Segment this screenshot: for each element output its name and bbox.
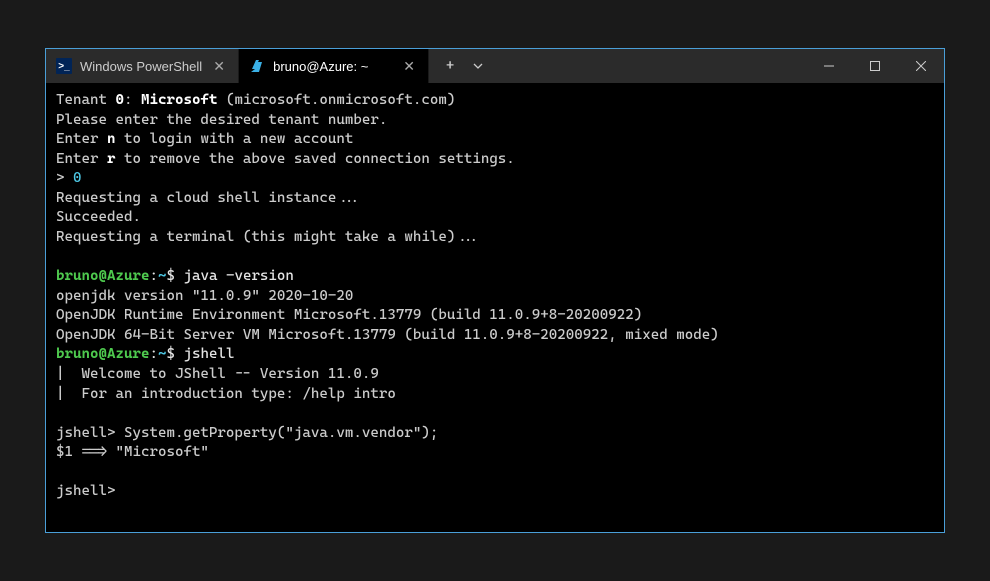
minimize-button[interactable] bbox=[806, 49, 852, 83]
terminal-line: Please enter the desired tenant number. bbox=[56, 111, 934, 131]
terminal-line: Enter r to remove the above saved connec… bbox=[56, 150, 934, 170]
tab-azure[interactable]: bruno@Azure: ~ ✕ bbox=[239, 49, 429, 83]
maximize-button[interactable] bbox=[852, 49, 898, 83]
new-tab-button[interactable]: + bbox=[437, 53, 463, 79]
terminal-line: Requesting a cloud shell instance... bbox=[56, 189, 934, 209]
tabs-container: >_ Windows PowerShell ✕ bruno@Azure: ~ ✕… bbox=[46, 49, 806, 83]
prompt-line: bruno@Azure:~$ java -version bbox=[56, 267, 934, 287]
blank-line bbox=[56, 404, 934, 424]
jshell-line: jshell> System.getProperty("java.vm.vend… bbox=[56, 424, 934, 444]
terminal-line: Requesting a terminal (this might take a… bbox=[56, 228, 934, 248]
jshell-prompt: jshell> bbox=[56, 482, 934, 502]
terminal-line: | Welcome to JShell -- Version 11.0.9 bbox=[56, 365, 934, 385]
tab-title: Windows PowerShell bbox=[80, 59, 202, 74]
terminal-body[interactable]: Tenant 0: Microsoft (microsoft.onmicroso… bbox=[46, 83, 944, 532]
terminal-line: OpenJDK 64-Bit Server VM Microsoft.13779… bbox=[56, 326, 934, 346]
titlebar: >_ Windows PowerShell ✕ bruno@Azure: ~ ✕… bbox=[46, 49, 944, 83]
terminal-line: > 0 bbox=[56, 169, 934, 189]
blank-line bbox=[56, 463, 934, 483]
tab-powershell[interactable]: >_ Windows PowerShell ✕ bbox=[46, 49, 239, 83]
terminal-line: Succeeded. bbox=[56, 208, 934, 228]
terminal-line: OpenJDK Runtime Environment Microsoft.13… bbox=[56, 306, 934, 326]
close-button[interactable] bbox=[898, 49, 944, 83]
blank-line bbox=[56, 248, 934, 268]
tab-title: bruno@Azure: ~ bbox=[273, 59, 392, 74]
prompt-line: bruno@Azure:~$ jshell bbox=[56, 345, 934, 365]
close-icon[interactable]: ✕ bbox=[210, 57, 228, 75]
close-icon[interactable]: ✕ bbox=[400, 57, 418, 75]
tab-dropdown-button[interactable] bbox=[465, 53, 491, 79]
terminal-line: $1 ==> "Microsoft" bbox=[56, 443, 934, 463]
powershell-icon: >_ bbox=[56, 58, 72, 74]
terminal-line: Enter n to login with a new account bbox=[56, 130, 934, 150]
window-controls bbox=[806, 49, 944, 83]
terminal-line: openjdk version "11.0.9" 2020-10-20 bbox=[56, 287, 934, 307]
azure-icon bbox=[249, 58, 265, 74]
tab-actions: + bbox=[429, 49, 499, 83]
terminal-line: | For an introduction type: /help intro bbox=[56, 385, 934, 405]
terminal-window: >_ Windows PowerShell ✕ bruno@Azure: ~ ✕… bbox=[45, 48, 945, 533]
terminal-line: Tenant 0: Microsoft (microsoft.onmicroso… bbox=[56, 91, 934, 111]
